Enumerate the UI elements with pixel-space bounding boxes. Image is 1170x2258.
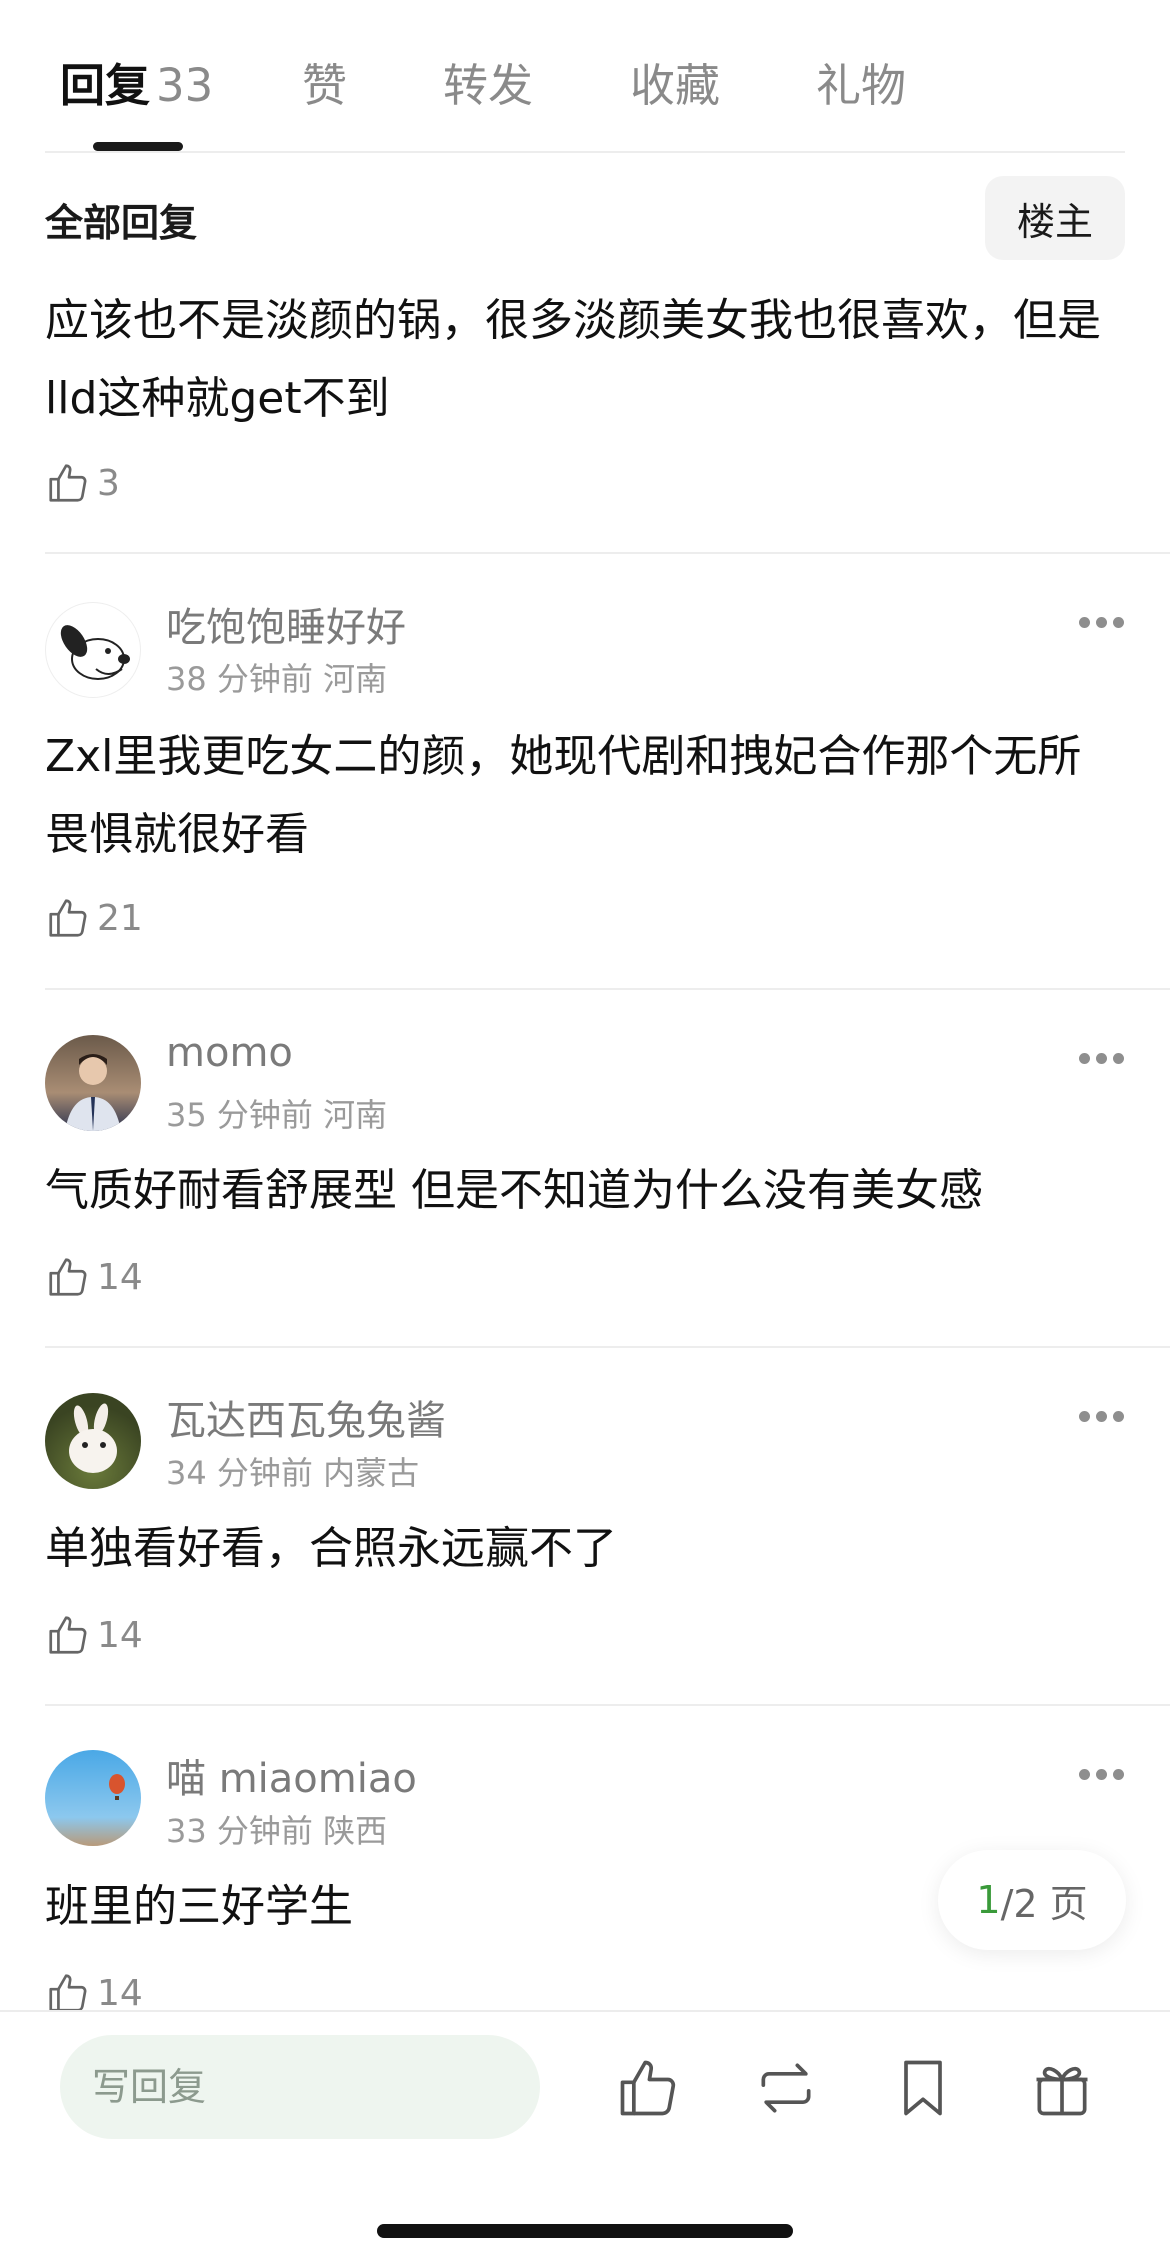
thumbs-up-icon xyxy=(49,464,87,502)
bottom-action-bar xyxy=(0,2010,1170,2258)
page-current: 1 xyxy=(976,1878,1001,1922)
gift-icon[interactable] xyxy=(1028,2054,1096,2122)
tab-reposts-label: 转发 xyxy=(443,59,534,112)
username[interactable]: 瓦达西瓦兔兔酱 xyxy=(166,1388,446,1446)
username[interactable]: momo xyxy=(166,1030,293,1076)
like-button[interactable]: 14 xyxy=(45,1252,143,1302)
more-options-icon[interactable] xyxy=(1079,1769,1125,1781)
like-count: 14 xyxy=(97,1972,143,2014)
home-indicator xyxy=(377,2224,793,2238)
comment-time: 34 分钟前 xyxy=(166,1454,313,1492)
section-header: 全部回复 楼主 xyxy=(45,176,1125,260)
comment-location: 河南 xyxy=(323,1096,388,1134)
like-count: 14 xyxy=(97,1256,143,1298)
comment-text: 气质好耐看舒展型 但是不知道为什么没有美女感 xyxy=(45,1165,983,1216)
avatar[interactable] xyxy=(45,1393,141,1489)
comment-meta: 35 分钟前 河南 xyxy=(166,1090,387,1136)
like-icon[interactable] xyxy=(614,2054,682,2122)
reply-input[interactable] xyxy=(60,2035,540,2139)
tab-replies[interactable]: 回复 33 xyxy=(60,56,213,116)
comment-location: 内蒙古 xyxy=(323,1454,420,1492)
comment-divider xyxy=(45,988,1170,990)
comment-text: Zxl里我更吃女二的颜，她现代剧和拽妃合作那个无所畏惧就很好看 xyxy=(45,731,1082,860)
avatar[interactable] xyxy=(45,602,141,698)
op-only-button[interactable]: 楼主 xyxy=(985,176,1125,260)
bookmark-icon[interactable] xyxy=(889,2054,957,2122)
thumbs-up-icon xyxy=(49,899,87,937)
thumbs-up-icon xyxy=(49,1258,87,1296)
comment-time: 33 分钟前 xyxy=(166,1812,313,1850)
repost-icon[interactable] xyxy=(752,2054,820,2122)
avatar[interactable] xyxy=(45,1750,141,1846)
like-button[interactable]: 21 xyxy=(45,893,143,943)
comment-meta: 33 分钟前 陕西 xyxy=(166,1806,387,1852)
active-tab-indicator xyxy=(93,142,183,151)
more-options-icon[interactable] xyxy=(1079,617,1125,629)
comment-location: 陕西 xyxy=(323,1812,388,1850)
section-title: 全部回复 xyxy=(45,201,198,245)
like-button[interactable]: 3 xyxy=(45,458,120,508)
comment-location: 河南 xyxy=(323,660,388,698)
like-button[interactable]: 14 xyxy=(45,1610,143,1660)
person-selfie-avatar-image xyxy=(65,1054,121,1131)
tab-favorites[interactable]: 收藏 xyxy=(630,56,720,116)
tab-replies-count: 33 xyxy=(156,59,214,112)
page-indicator[interactable]: 1/2 页 xyxy=(938,1850,1126,1950)
tab-bar: 回复 33 赞 转发 收藏 礼物 xyxy=(0,0,1170,153)
hot-air-balloon-avatar-image xyxy=(109,1774,125,1800)
tabs-divider xyxy=(45,151,1125,153)
like-count: 21 xyxy=(97,897,143,939)
comment-meta: 34 分钟前 内蒙古 xyxy=(166,1448,419,1494)
like-count: 14 xyxy=(97,1614,143,1656)
comment-time: 38 分钟前 xyxy=(166,660,313,698)
username[interactable]: 吃饱饱睡好好 xyxy=(166,595,406,653)
comment-text: 单独看好看，合照永远赢不了 xyxy=(45,1523,617,1574)
tab-replies-label: 回复 xyxy=(60,59,151,112)
rabbit-avatar-image xyxy=(69,1403,117,1473)
tab-likes-label: 赞 xyxy=(302,59,348,112)
comment-time: 35 分钟前 xyxy=(166,1096,313,1134)
avatar[interactable] xyxy=(45,1035,141,1131)
tab-gifts-label: 礼物 xyxy=(816,59,907,112)
snoopy-avatar-image xyxy=(60,625,130,680)
more-options-icon[interactable] xyxy=(1079,1053,1125,1065)
more-options-icon[interactable] xyxy=(1079,1411,1125,1423)
comment-divider xyxy=(45,1704,1170,1706)
tab-likes[interactable]: 赞 xyxy=(302,56,347,116)
comment-text: 应该也不是淡颜的锅，很多淡颜美女我也很喜欢，但是lld这种就get不到 xyxy=(45,295,1101,424)
page-total: /2 页 xyxy=(1000,1881,1088,1926)
tab-gifts[interactable]: 礼物 xyxy=(816,56,906,116)
comment-divider xyxy=(45,1346,1170,1348)
like-count: 3 xyxy=(97,462,120,504)
comment-divider xyxy=(45,552,1170,554)
thumbs-up-icon xyxy=(49,1616,87,1654)
tab-favorites-label: 收藏 xyxy=(630,59,721,112)
tab-reposts[interactable]: 转发 xyxy=(443,56,533,116)
comment-meta: 38 分钟前 河南 xyxy=(166,654,387,700)
username[interactable]: 喵 miaomiao xyxy=(166,1746,417,1804)
